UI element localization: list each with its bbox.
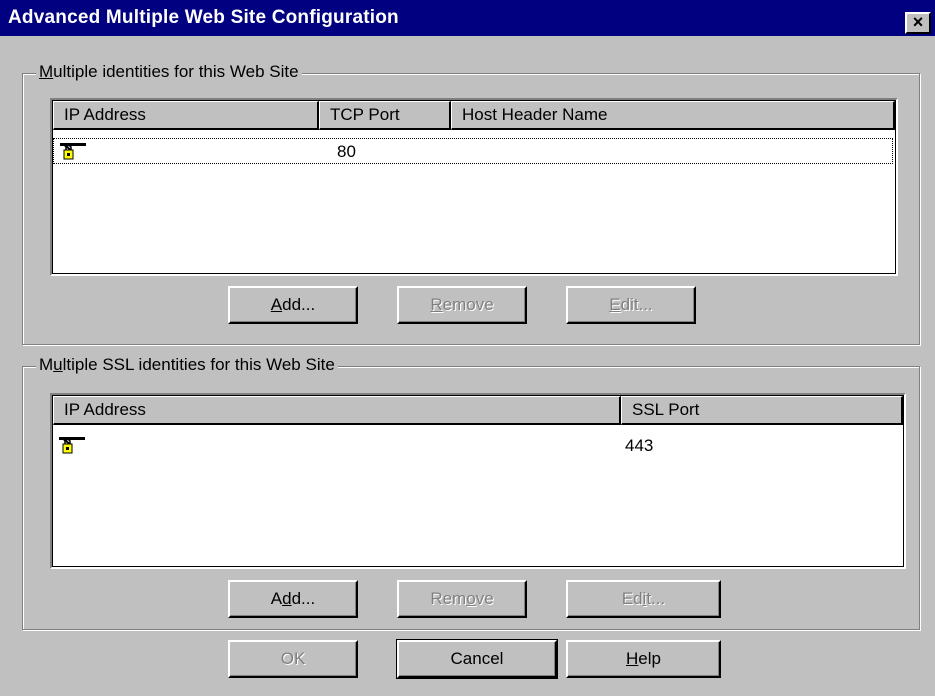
column-header-host-header-name[interactable]: Host Header Name xyxy=(451,101,895,130)
ssl-port-cell: 443 xyxy=(625,436,654,455)
identities-group-label: Multiple identities for this Web Site xyxy=(36,62,302,82)
column-header-ip-address[interactable]: IP Address xyxy=(53,101,319,130)
ok-button[interactable]: OK xyxy=(228,640,358,678)
column-header-tcp-port[interactable]: TCP Port xyxy=(319,101,451,130)
title-bar: Advanced Multiple Web Site Configuration… xyxy=(0,0,935,36)
ssl-remove-button[interactable]: Remove xyxy=(397,580,527,618)
help-button[interactable]: Help xyxy=(566,640,721,678)
identities-add-button[interactable]: Add... xyxy=(228,286,358,324)
list-item[interactable]: 443 xyxy=(53,433,901,459)
identities-list[interactable]: IP Address TCP Port Host Header Name 80 xyxy=(50,98,898,276)
close-button[interactable]: × xyxy=(905,12,931,34)
close-icon: × xyxy=(912,12,924,32)
ssl-add-button[interactable]: Add... xyxy=(228,580,358,618)
identities-remove-button[interactable]: Remove xyxy=(397,286,527,324)
network-lock-icon xyxy=(59,437,85,454)
network-lock-icon xyxy=(60,143,86,160)
identities-edit-button[interactable]: Edit... xyxy=(566,286,696,324)
column-header-ssl-port[interactable]: SSL Port xyxy=(621,396,903,425)
list-item[interactable]: 80 xyxy=(53,138,893,164)
column-header-ip-address[interactable]: IP Address xyxy=(53,396,621,425)
cancel-button[interactable]: Cancel xyxy=(396,639,558,679)
ssl-identities-group-label: Multiple SSL identities for this Web Sit… xyxy=(36,355,338,375)
tcp-port-cell: 80 xyxy=(337,142,356,161)
ssl-identities-list[interactable]: IP Address SSL Port 443 xyxy=(50,393,906,569)
ssl-edit-button[interactable]: Edit... xyxy=(566,580,721,618)
window-title: Advanced Multiple Web Site Configuration xyxy=(8,7,399,28)
